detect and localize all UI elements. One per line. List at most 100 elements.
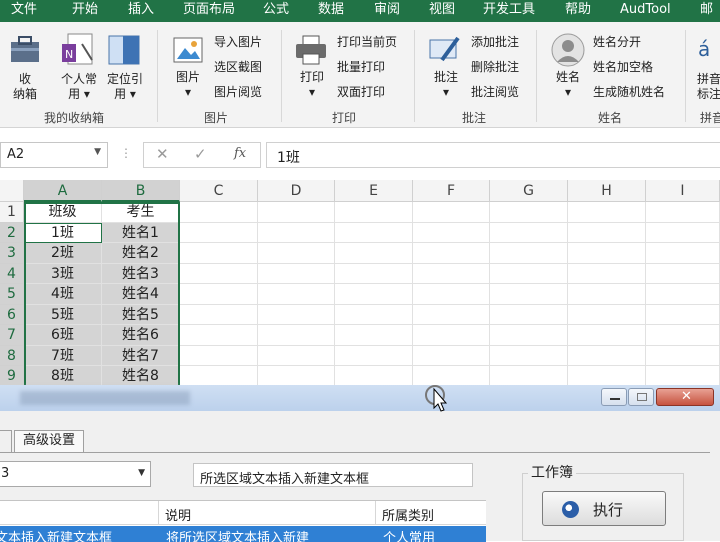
toolbox-button-label[interactable]: 收 纳箱 (9, 72, 41, 102)
table-cell[interactable] (646, 222, 720, 243)
duplex-print-button[interactable]: 双面打印 (337, 85, 385, 100)
table-cell[interactable] (490, 222, 568, 243)
personal-common-label[interactable]: 个人常 用 ▾ (56, 72, 102, 102)
table-row-name[interactable]: 姓名5 (102, 304, 180, 325)
table-cell[interactable] (413, 325, 490, 346)
pinyin-button-label[interactable]: 拼音 标注 (697, 72, 720, 102)
table-cell[interactable] (646, 263, 720, 284)
table-row-name[interactable]: 姓名6 (102, 325, 180, 346)
person-icon[interactable] (550, 32, 586, 72)
batch-print-button[interactable]: 批量打印 (337, 60, 385, 75)
personal-common-icon[interactable]: N (60, 32, 96, 70)
comment-browse-button[interactable]: 批注阅览 (471, 85, 519, 100)
table-row-name[interactable]: 姓名8 (102, 366, 180, 387)
table-cell[interactable] (413, 304, 490, 325)
table-cell[interactable] (335, 284, 413, 305)
picture-browse-button[interactable]: 图片阅览 (214, 85, 262, 100)
chevron-down-icon[interactable]: ▼ (138, 468, 145, 478)
run-button[interactable]: 执行 (542, 491, 666, 526)
table-cell[interactable] (646, 243, 720, 264)
name-box[interactable]: A2 ▼ (0, 142, 108, 168)
column-header-b[interactable]: B (102, 180, 180, 202)
table-cell[interactable] (490, 304, 568, 325)
table-cell[interactable] (413, 284, 490, 305)
picture-button-label[interactable]: 图片 ▾ (172, 70, 204, 100)
printer-icon[interactable] (294, 34, 328, 70)
maximize-button[interactable] (628, 388, 654, 406)
column-header-h[interactable]: H (568, 180, 646, 202)
tab-page-layout[interactable]: 页面布局 (183, 0, 235, 22)
table-cell[interactable] (646, 284, 720, 305)
row-header-4[interactable]: 4 (0, 263, 24, 284)
table-cell[interactable] (568, 366, 646, 387)
tab-review[interactable]: 审阅 (374, 0, 400, 22)
table-cell[interactable] (258, 345, 335, 366)
function-combo[interactable]: 3 ▼ (0, 461, 151, 487)
locate-ref-icon[interactable] (107, 34, 143, 70)
toolbox-icon[interactable] (8, 34, 42, 68)
comment-icon[interactable] (428, 32, 462, 70)
list-row-selected[interactable]: 文本插入新建文本框 将所选区域文本插入新建 个人常用 (0, 526, 486, 542)
table-cell[interactable] (568, 202, 646, 223)
table-cell[interactable] (646, 366, 720, 387)
table-cell[interactable] (180, 202, 258, 223)
list-header-description[interactable]: 说明 (160, 501, 376, 525)
formula-input[interactable]: 1班 (266, 142, 720, 168)
tab-advanced-settings[interactable]: 高级设置 (14, 430, 84, 452)
table-cell[interactable] (568, 345, 646, 366)
table-cell[interactable] (180, 325, 258, 346)
table-cell[interactable] (180, 263, 258, 284)
table-cell[interactable] (413, 222, 490, 243)
table-row-class[interactable]: 8班 (24, 366, 102, 387)
picture-icon[interactable] (172, 34, 206, 70)
table-row-name[interactable]: 姓名3 (102, 263, 180, 284)
table-row-class[interactable]: 3班 (24, 263, 102, 284)
table-cell[interactable] (568, 304, 646, 325)
tab-formulas[interactable]: 公式 (263, 0, 289, 22)
row-header-2[interactable]: 2 (0, 222, 24, 243)
split-name-button[interactable]: 姓名分开 (593, 35, 641, 50)
tab-help[interactable]: 帮助 (565, 0, 591, 22)
tab-view[interactable]: 视图 (429, 0, 455, 22)
comment-button-label[interactable]: 批注 ▾ (429, 70, 463, 100)
row-header-8[interactable]: 8 (0, 345, 24, 366)
table-row-class[interactable]: 4班 (24, 284, 102, 305)
minimize-button[interactable] (601, 388, 627, 406)
table-cell[interactable] (258, 325, 335, 346)
table-cell[interactable] (490, 284, 568, 305)
tab-mail[interactable]: 邮 (700, 0, 713, 22)
table-cell[interactable] (568, 263, 646, 284)
table-cell[interactable] (335, 263, 413, 284)
list-header-category[interactable]: 所属类别 (377, 501, 486, 525)
print-button-label[interactable]: 打印 ▾ (295, 70, 329, 100)
table-cell[interactable] (490, 243, 568, 264)
table-cell[interactable] (180, 345, 258, 366)
cancel-icon[interactable]: ✕ (156, 145, 169, 163)
insert-function-icon[interactable]: fx (234, 146, 246, 161)
column-header-c[interactable]: C (180, 180, 258, 202)
table-row-class[interactable]: 6班 (24, 325, 102, 346)
table-cell[interactable] (180, 243, 258, 264)
confirm-icon[interactable]: ✓ (194, 145, 207, 163)
table-cell[interactable] (568, 325, 646, 346)
row-header-3[interactable]: 3 (0, 243, 24, 264)
spreadsheet-grid[interactable]: A B C D E F G H I 1 2 3 4 5 6 7 8 9 班级 考生 1班 姓名1 2班 姓名2 3班 姓名3 4班姓… (0, 180, 720, 399)
tab-home[interactable]: 开始 (72, 0, 98, 22)
table-cell[interactable] (568, 243, 646, 264)
table-cell[interactable] (568, 284, 646, 305)
header-cell-student[interactable]: 考生 (102, 202, 180, 223)
table-cell[interactable] (180, 222, 258, 243)
row-header-1[interactable]: 1 (0, 202, 24, 223)
table-row-name[interactable]: 姓名1 (102, 222, 180, 243)
table-cell[interactable] (258, 304, 335, 325)
table-row-class[interactable]: 7班 (24, 345, 102, 366)
table-row-name[interactable]: 姓名2 (102, 243, 180, 264)
table-cell[interactable] (335, 325, 413, 346)
list-header-name[interactable] (0, 501, 159, 525)
table-row-name[interactable]: 姓名4 (102, 284, 180, 305)
delete-comment-button[interactable]: 删除批注 (471, 60, 519, 75)
table-cell[interactable] (335, 202, 413, 223)
close-button[interactable]: ✕ (656, 388, 714, 406)
table-cell[interactable] (413, 263, 490, 284)
table-cell[interactable] (646, 325, 720, 346)
